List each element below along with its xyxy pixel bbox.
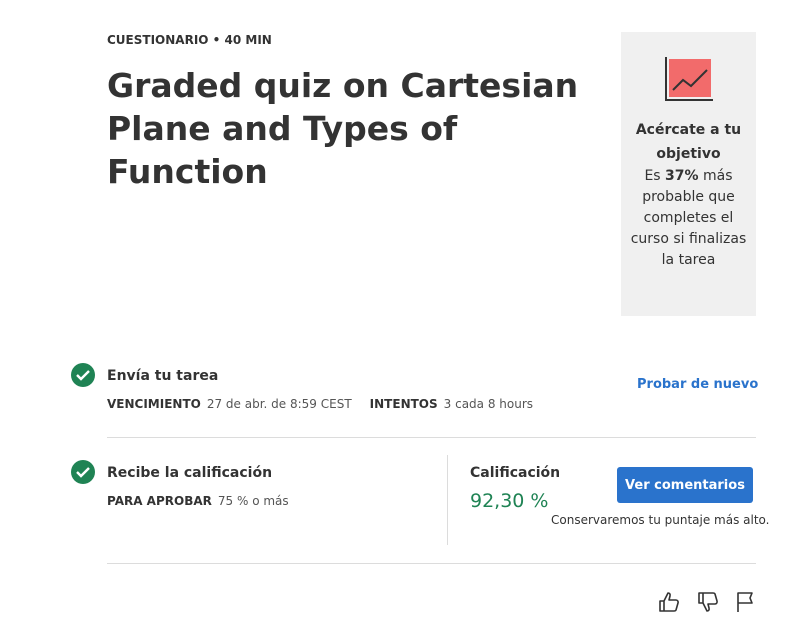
view-feedback-button[interactable]: Ver comentarios (617, 467, 753, 503)
pass-value: 75 % o más (217, 494, 289, 508)
divider (107, 437, 756, 438)
goal-heading: Acércate a tu objetivo (635, 122, 742, 162)
submit-title: Envía tu tarea (107, 368, 219, 384)
grade-value: 92,30 % (470, 490, 549, 512)
flag-icon[interactable] (733, 590, 757, 614)
goal-text-prefix: Es (644, 168, 666, 184)
due-value: 27 de abr. de 8:59 CEST (206, 397, 352, 411)
page-title: Graded quiz on Cartesian Plane and Types… (107, 66, 579, 191)
goal-card: Acércate a tu objetivo Es 37% más probab… (621, 32, 756, 316)
vertical-divider (447, 455, 448, 545)
divider (107, 563, 756, 564)
due-key: VENCIMIENTO (107, 397, 201, 411)
goal-text: Es 37% más probable que completes el cur… (629, 166, 748, 271)
grade-check-icon (71, 460, 95, 484)
eyebrow-label: CUESTIONARIO • 40 MIN (107, 33, 272, 47)
attempts-key: INTENTOS (369, 397, 438, 411)
trend-chart-icon (664, 57, 713, 101)
thumbs-down-icon[interactable] (696, 590, 720, 614)
highest-score-note: Conservaremos tu puntaje más alto. (551, 513, 770, 527)
pass-meta: PARA APROBAR 75 % o más (107, 494, 289, 508)
submit-check-icon (71, 363, 95, 387)
grade-label: Calificación (470, 465, 561, 481)
retry-button[interactable]: Probar de nuevo (637, 377, 758, 392)
pass-key: PARA APROBAR (107, 494, 212, 508)
goal-percent: 37% (665, 168, 699, 184)
attempts-value: 3 cada 8 hours (443, 397, 534, 411)
thumbs-up-icon[interactable] (657, 590, 681, 614)
submit-meta: VENCIMIENTO 27 de abr. de 8:59 CEST INTENT… (107, 397, 533, 411)
grade-title: Recibe la calificación (107, 465, 273, 481)
